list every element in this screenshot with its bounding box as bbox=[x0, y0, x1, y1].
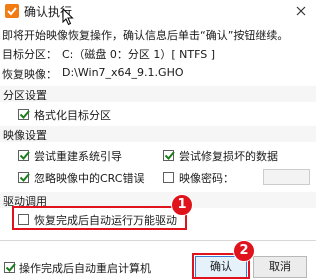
format-partition-label: 格式化目标分区 bbox=[34, 109, 111, 122]
image-settings-header: 映像设置 bbox=[0, 126, 316, 142]
checkmark-icon bbox=[164, 151, 175, 160]
annotation-badge-2: 2 bbox=[233, 240, 255, 262]
target-partition-label: 目标分区： bbox=[2, 48, 57, 61]
ignore-crc-label: 忽略映像中的CRC错误 bbox=[34, 172, 145, 185]
app-icon bbox=[5, 4, 19, 18]
repair-data-checkbox[interactable] bbox=[163, 150, 175, 161]
rebuild-boot-checkbox[interactable] bbox=[18, 150, 30, 161]
image-password-label: 映像密码： bbox=[179, 172, 234, 185]
mouse-cursor-icon bbox=[62, 8, 74, 26]
annotation-badge-1: 1 bbox=[171, 194, 193, 216]
close-icon bbox=[296, 6, 306, 16]
auto-restart-label: 操作完成后自动重启计算机 bbox=[19, 262, 151, 275]
instruction-text: 即将开始映像恢复操作，确认信息后单击“确认”按钮继续。 bbox=[2, 29, 289, 42]
title-bar: 确认执行 bbox=[0, 0, 316, 26]
partition-settings-header: 分区设置 bbox=[0, 86, 316, 102]
restore-image-label: 恢复映像： bbox=[2, 68, 57, 81]
image-settings-title: 映像设置 bbox=[3, 129, 47, 142]
image-password-input[interactable] bbox=[263, 169, 310, 185]
target-partition-value: C:（磁盘 0：分区 1）[ NTFS ] bbox=[62, 48, 216, 61]
cancel-button[interactable]: 取消 bbox=[253, 256, 307, 278]
partition-settings-title: 分区设置 bbox=[3, 89, 47, 102]
checkmark-icon bbox=[19, 151, 30, 160]
image-password-checkbox[interactable] bbox=[163, 172, 174, 183]
checkmark-icon bbox=[19, 110, 30, 119]
format-partition-checkbox[interactable] bbox=[18, 109, 30, 120]
auto-restart-checkbox[interactable] bbox=[4, 262, 16, 273]
highlight-box-driver bbox=[12, 206, 187, 230]
checkmark-icon bbox=[5, 263, 16, 272]
repair-data-label: 尝试修复损坏的数据 bbox=[179, 150, 278, 163]
footer-divider bbox=[0, 240, 316, 241]
checkmark-icon bbox=[19, 173, 30, 182]
restore-image-value: D:\Win7_x64_9.1.GHO bbox=[62, 66, 184, 79]
ignore-crc-checkbox[interactable] bbox=[18, 172, 30, 183]
rebuild-boot-label: 尝试重建系统引导 bbox=[34, 150, 122, 163]
close-button[interactable] bbox=[292, 2, 310, 20]
